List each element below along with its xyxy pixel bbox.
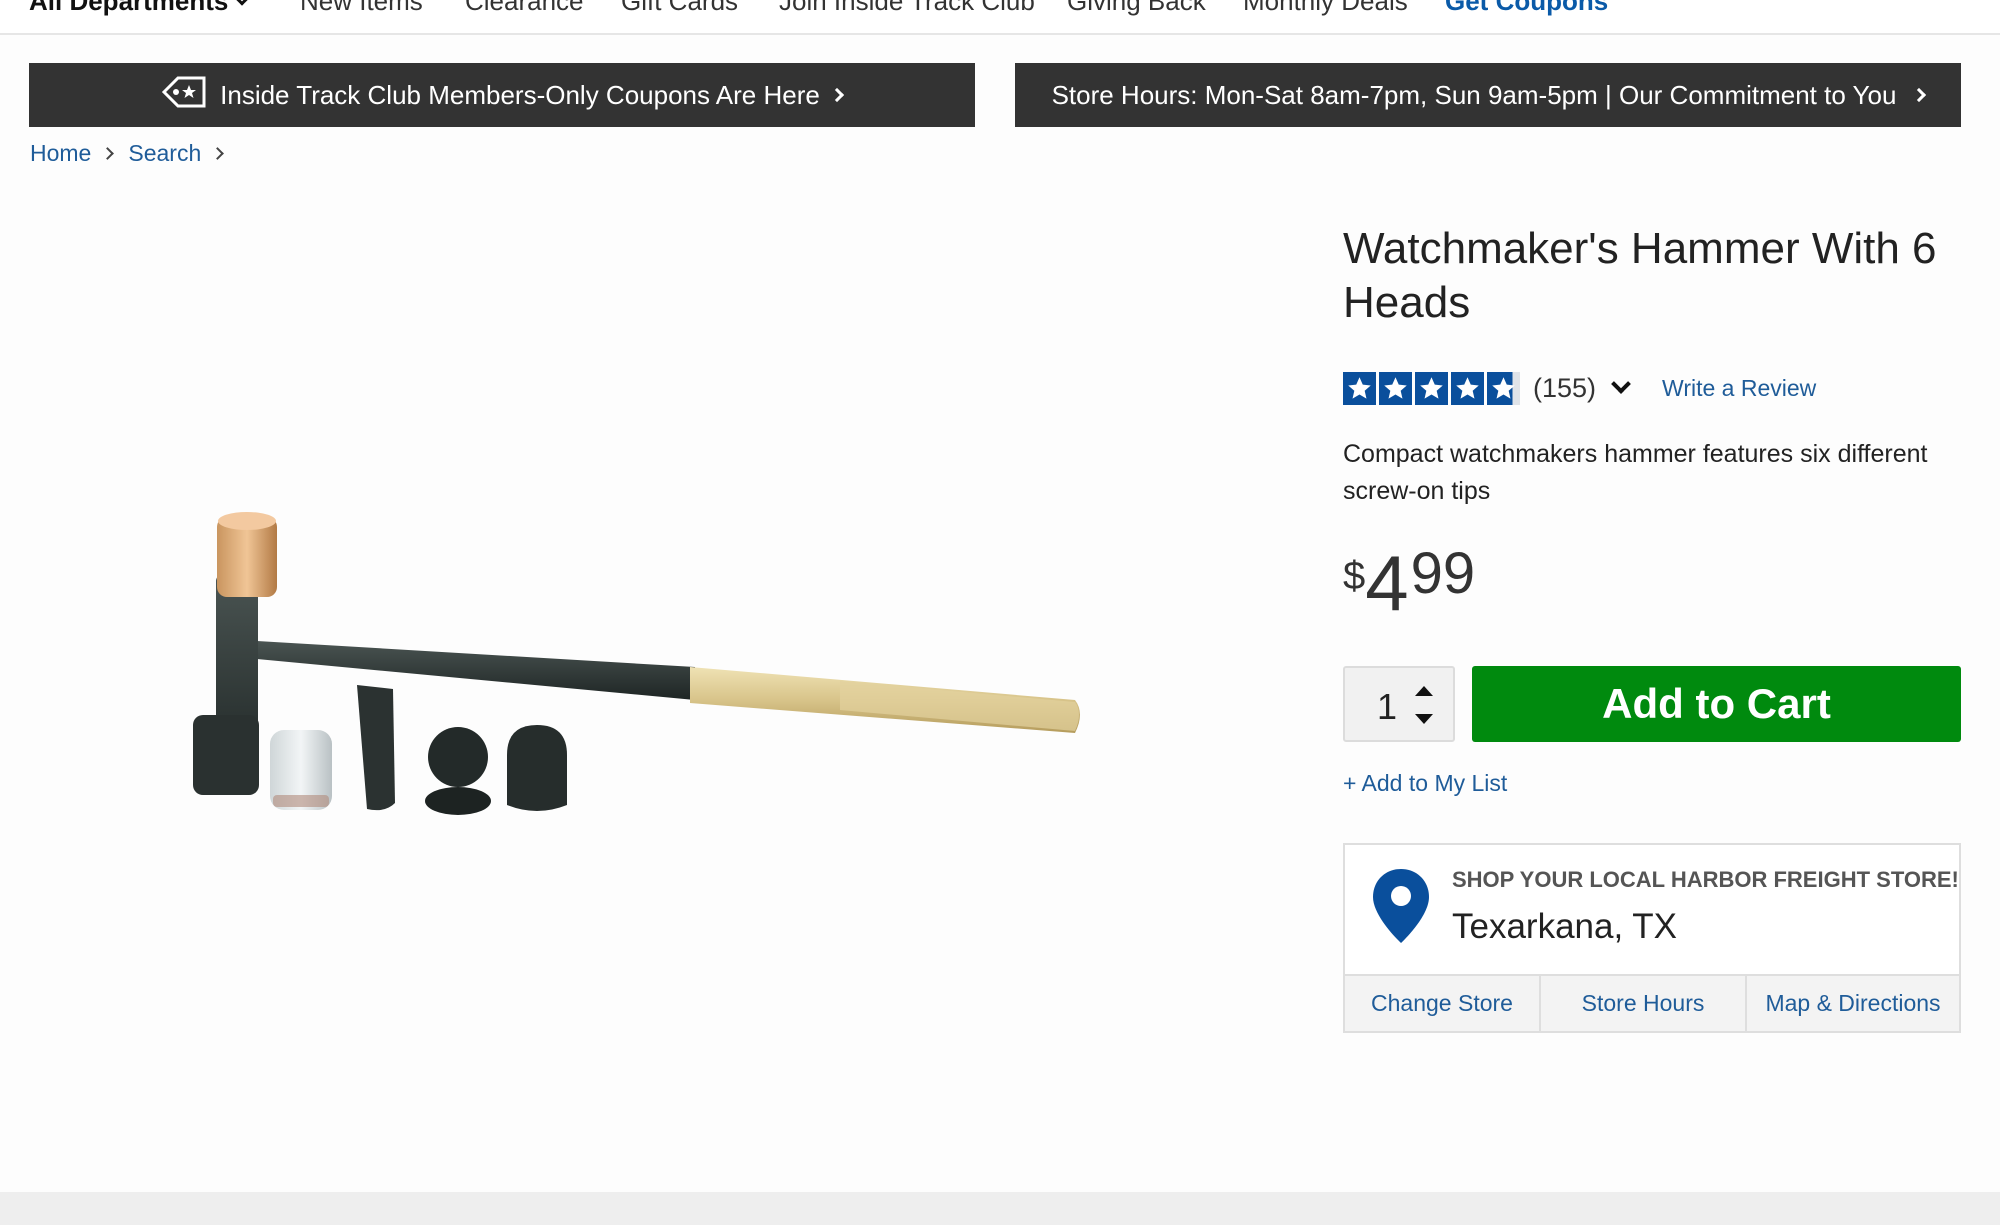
- chevron-right-icon: [101, 147, 115, 160]
- chevron-down-icon: [236, 0, 249, 6]
- change-store-link[interactable]: Change Store: [1345, 976, 1541, 1031]
- star-icon: [1415, 371, 1448, 405]
- product-description: Compact watchmakers hammer features six …: [1343, 440, 1928, 505]
- store-hours-banner[interactable]: Store Hours: Mon-Sat 8am-7pm, Sun 9am-5p…: [1015, 63, 1961, 127]
- nav-item-join-inside-track[interactable]: Join Inside Track Club: [779, 0, 1035, 17]
- inside-track-banner[interactable]: Inside Track Club Members-Only Coupons A…: [29, 63, 975, 127]
- nav-all-departments-label: All Departments: [29, 0, 229, 16]
- store-heading: SHOP YOUR LOCAL HARBOR FREIGHT STORE!: [1452, 867, 1959, 892]
- footer-band: [0, 1192, 2000, 1225]
- price-cents: 99: [1410, 541, 1476, 606]
- location-pin-icon: [1371, 867, 1431, 950]
- nav-item-gift-cards[interactable]: Gift Cards: [621, 0, 738, 17]
- half-star-icon: [1487, 371, 1520, 405]
- nav-item-monthly-deals[interactable]: Monthly Deals: [1243, 0, 1408, 17]
- star-icon: [1451, 371, 1484, 405]
- breadcrumb-search[interactable]: Search: [128, 140, 201, 167]
- coupon-tag-icon: [162, 75, 206, 116]
- store-hours-banner-text: Store Hours: Mon-Sat 8am-7pm, Sun 9am-5p…: [1051, 79, 1897, 110]
- nav-item-get-coupons[interactable]: Get Coupons: [1445, 0, 1608, 17]
- rating-row: (155) Write a Review: [1343, 368, 1816, 408]
- decrement-arrow-icon[interactable]: [1415, 714, 1433, 724]
- add-to-cart-button[interactable]: Add to Cart: [1472, 666, 1961, 742]
- add-to-list-link[interactable]: + Add to My List: [1343, 770, 1507, 797]
- quantity-value[interactable]: 1: [1377, 686, 1397, 728]
- top-nav: All Departments New Items Clearance Gift…: [0, 0, 2000, 35]
- nav-item-giving-back[interactable]: Giving Back: [1067, 0, 1206, 17]
- review-count[interactable]: (155): [1533, 373, 1596, 404]
- nav-all-departments[interactable]: All Departments: [29, 0, 249, 17]
- quantity-stepper[interactable]: 1: [1343, 666, 1455, 742]
- price-dollars: 4: [1365, 539, 1409, 627]
- inside-track-banner-text: Inside Track Club Members-Only Coupons A…: [220, 79, 820, 110]
- map-directions-link[interactable]: Map & Directions: [1747, 976, 1959, 1031]
- product-price: $ 4 99: [1343, 539, 1476, 627]
- star-rating[interactable]: [1343, 371, 1523, 405]
- breadcrumb-home[interactable]: Home: [30, 140, 91, 167]
- price-currency: $: [1343, 554, 1366, 598]
- store-links: Change Store Store Hours Map & Direction…: [1345, 974, 1959, 1031]
- chevron-right-icon: [211, 147, 225, 160]
- local-store-panel: SHOP YOUR LOCAL HARBOR FREIGHT STORE! Te…: [1343, 843, 1961, 1033]
- write-review-link[interactable]: Write a Review: [1662, 375, 1816, 402]
- star-icon: [1343, 371, 1376, 405]
- nav-item-clearance[interactable]: Clearance: [465, 0, 584, 17]
- product-image[interactable]: [185, 505, 1085, 835]
- chevron-down-icon[interactable]: [1611, 374, 1631, 394]
- product-title: Watchmaker's Hammer With 6 Heads: [1343, 224, 1937, 327]
- star-icon: [1379, 371, 1412, 405]
- store-city: Texarkana, TX: [1452, 907, 1678, 946]
- increment-arrow-icon[interactable]: [1415, 686, 1433, 696]
- breadcrumb: Home Search: [30, 140, 238, 167]
- store-hours-link[interactable]: Store Hours: [1541, 976, 1747, 1031]
- nav-item-new-items[interactable]: New Items: [300, 0, 423, 17]
- chevron-right-icon: [829, 87, 844, 103]
- chevron-right-icon: [1912, 87, 1927, 103]
